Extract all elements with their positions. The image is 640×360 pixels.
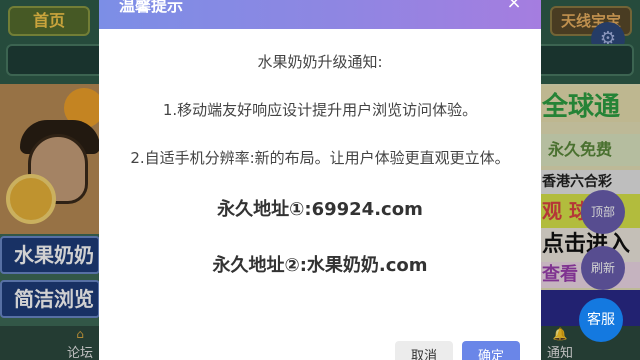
notice-heading: 水果奶奶升级通知: [257, 53, 383, 71]
dialog-header: 温馨提示 × [99, 0, 541, 29]
permanent-address-1[interactable]: 永久地址①:69924.com [99, 195, 541, 221]
customer-service-button[interactable]: 客服 [579, 298, 623, 342]
permanent-address-2[interactable]: 永久地址②:水果奶奶.com [99, 251, 541, 277]
close-icon[interactable]: × [503, 0, 525, 16]
notice-line-1: 1.移动端友好响应设计提升用户浏览访问体验。 [162, 101, 478, 119]
notice-dialog: 温馨提示 × 水果奶奶升级通知: 1.移动端友好响应设计提升用户浏览访问体验。 … [99, 0, 541, 360]
dialog-title: 温馨提示 [119, 0, 184, 15]
confirm-button[interactable]: 确定 [462, 341, 520, 360]
cancel-button[interactable]: 取消 [395, 341, 453, 360]
notice-line-2: 2.自适手机分辨率:新的布局。让用户体验更直观更立体。 [130, 149, 510, 167]
